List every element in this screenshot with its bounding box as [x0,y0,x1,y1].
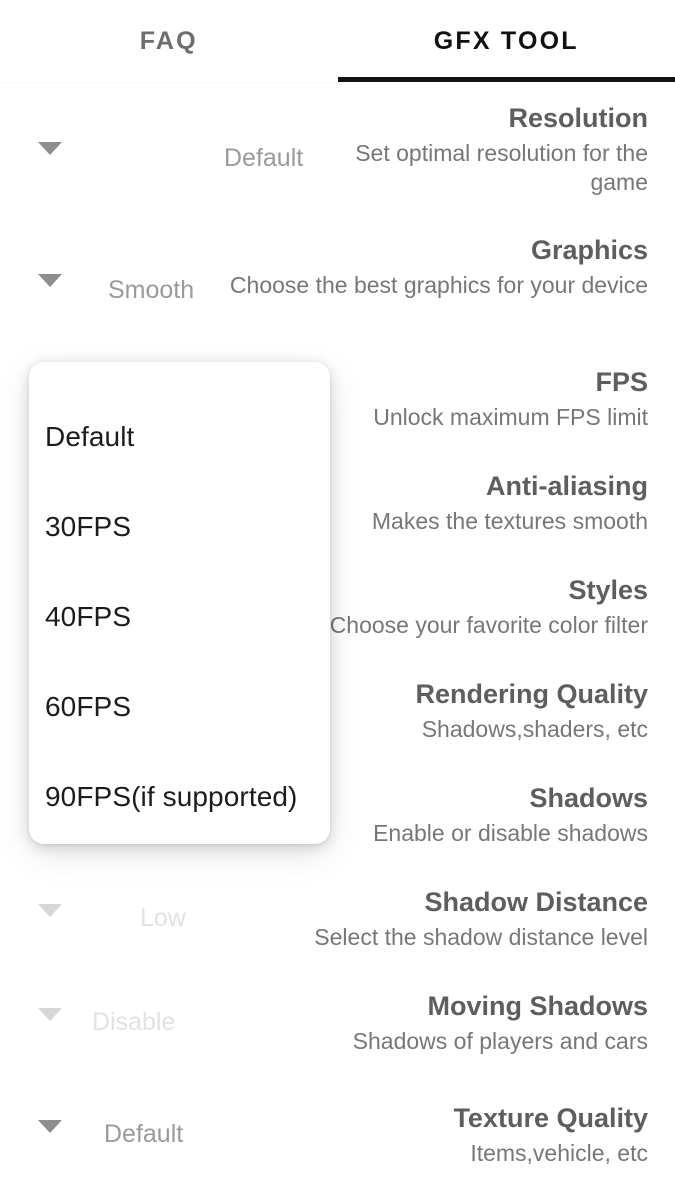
texture-quality-title: Texture Quality [453,1103,648,1133]
fps-option-90fps[interactable]: 90FPS(if supported) [29,752,330,842]
chevron-down-icon [38,142,62,155]
resolution-value: Default [224,144,304,172]
tab-bar: FAQ GFX TOOL [0,0,675,82]
resolution-subtitle: Set optimal resolution for the game [355,139,648,196]
resolution-caret-wrap[interactable] [32,142,68,155]
fps-option-30fps[interactable]: 30FPS [29,482,330,572]
moving-shadows-text: Moving Shadows Shadows of players and ca… [8,990,648,1056]
tab-gfx-tool-label: GFX TOOL [433,26,579,55]
shadow-distance-subtitle: Select the shadow distance level [314,923,648,950]
setting-row-texture-quality[interactable]: Default Texture Quality Items,vehicle, e… [0,1082,675,1186]
tab-gfx-tool[interactable]: GFX TOOL [337,0,675,82]
resolution-title: Resolution [508,103,649,133]
fps-option-default[interactable]: Default [29,392,330,482]
fps-option-60fps[interactable]: 60FPS [29,662,330,752]
shadow-distance-text: Shadow Distance Select the shadow distan… [8,886,648,952]
texture-quality-subtitle: Items,vehicle, etc [470,1139,648,1166]
tab-faq-indicator [0,77,338,82]
moving-shadows-title: Moving Shadows [427,991,648,1021]
shadow-distance-title: Shadow Distance [424,887,648,917]
resolution-text: Resolution Set optimal resolution for th… [298,102,648,198]
chevron-down-icon [38,274,62,287]
graphics-title: Graphics [530,235,648,265]
graphics-subtitle: Choose the best graphics for your device [229,271,648,298]
tab-gfx-tool-indicator [337,77,675,82]
graphics-text: Graphics Choose the best graphics for yo… [218,234,648,300]
fps-dropdown-options: Default 30FPS 40FPS 60FPS 90FPS(if suppo… [29,392,330,842]
fps-dropdown-menu[interactable]: Default 30FPS 40FPS 60FPS 90FPS(if suppo… [29,362,330,844]
tab-faq-label: FAQ [139,26,198,55]
tab-faq[interactable]: FAQ [0,0,338,82]
graphics-value: Smooth [108,276,195,304]
texture-quality-text: Texture Quality Items,vehicle, etc [8,1102,648,1168]
graphics-caret-wrap[interactable] [32,274,68,287]
setting-row-resolution[interactable]: Default Resolution Set optimal resolutio… [0,90,675,220]
moving-shadows-subtitle: Shadows of players and cars [352,1027,648,1054]
fps-option-40fps[interactable]: 40FPS [29,572,330,662]
setting-row-graphics[interactable]: Smooth Graphics Choose the best graphics… [0,222,675,352]
setting-row-moving-shadows[interactable]: Disable Moving Shadows Shadows of player… [0,978,675,1082]
setting-row-shadow-distance[interactable]: Low Shadow Distance Select the shadow di… [0,874,675,978]
